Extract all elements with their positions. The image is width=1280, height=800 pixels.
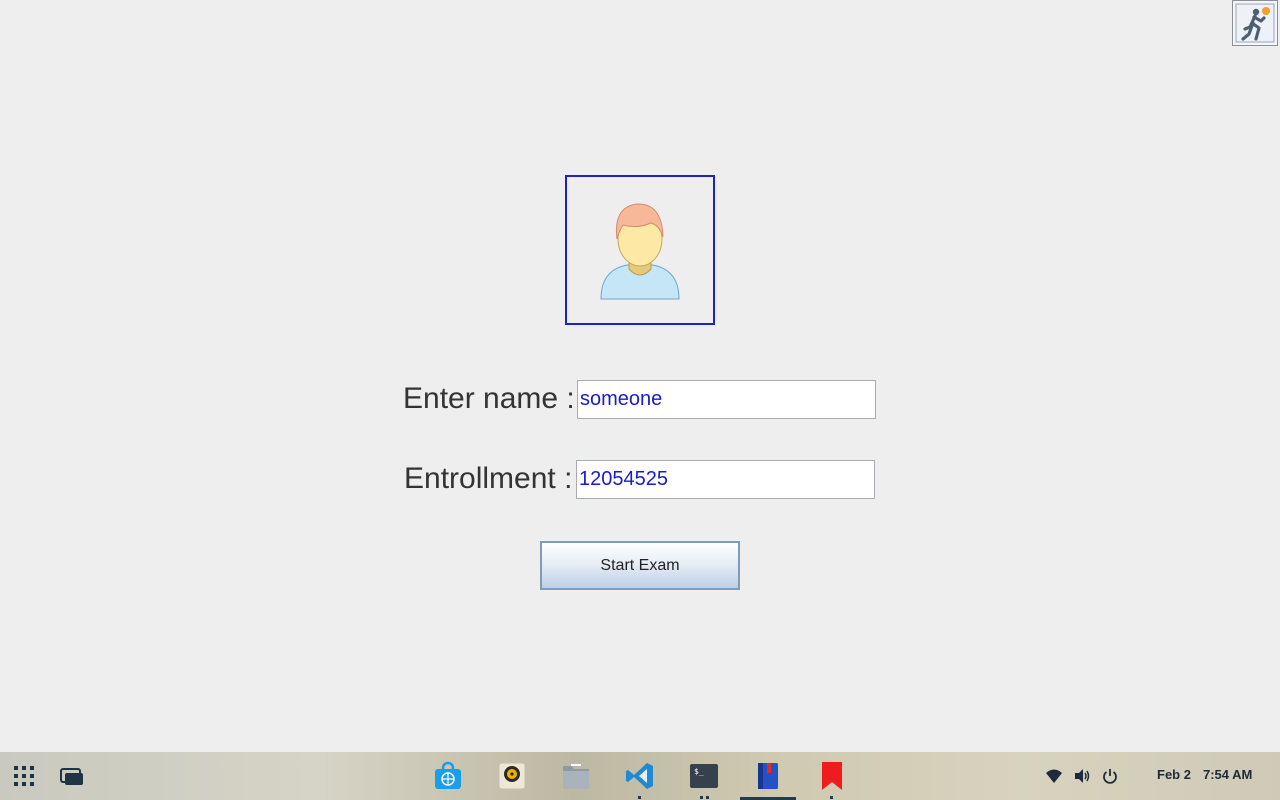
window-switcher-icon[interactable] bbox=[56, 760, 88, 792]
name-input[interactable] bbox=[577, 380, 876, 419]
date-label[interactable]: Feb 2 bbox=[1157, 767, 1191, 782]
start-exam-button[interactable]: Start Exam bbox=[540, 541, 740, 590]
name-label: Enter name : bbox=[403, 382, 575, 415]
exam-login-window: Enter name : Entrollment : Start Exam bbox=[0, 0, 1280, 752]
running-person-icon[interactable] bbox=[1232, 0, 1278, 46]
svg-text:$_: $_ bbox=[694, 767, 704, 776]
running-indicator bbox=[706, 796, 709, 799]
user-avatar bbox=[565, 175, 715, 325]
app-grid-icon[interactable] bbox=[8, 760, 40, 792]
volume-icon[interactable] bbox=[1073, 767, 1091, 785]
power-icon[interactable] bbox=[1101, 767, 1119, 785]
notebook-icon[interactable] bbox=[752, 760, 784, 792]
rhythmbox-music-icon[interactable] bbox=[496, 760, 528, 792]
wifi-icon[interactable] bbox=[1045, 767, 1063, 785]
taskbar: $_ Feb 2 7:54 AM bbox=[0, 752, 1280, 800]
terminal-icon[interactable]: $_ bbox=[688, 760, 720, 792]
user-avatar-icon bbox=[600, 203, 680, 300]
file-manager-icon[interactable] bbox=[560, 760, 592, 792]
enrollment-input[interactable] bbox=[576, 460, 875, 499]
enrollment-label: Entrollment : bbox=[404, 462, 573, 495]
bookmark-icon[interactable] bbox=[816, 760, 848, 792]
running-indicator bbox=[638, 796, 641, 799]
running-indicator bbox=[700, 796, 703, 799]
vscode-icon[interactable] bbox=[624, 760, 656, 792]
running-indicator bbox=[830, 796, 833, 799]
store-bag-icon[interactable] bbox=[432, 760, 464, 792]
time-label[interactable]: 7:54 AM bbox=[1203, 767, 1252, 782]
